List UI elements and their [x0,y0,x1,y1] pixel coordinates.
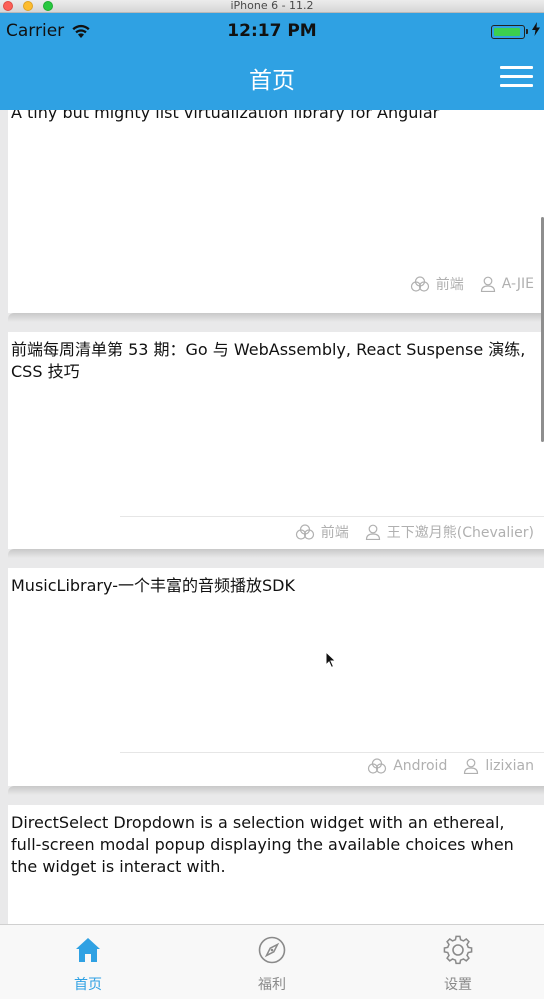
tab-label: 首页 [74,977,102,993]
article-author: lizixian [463,758,534,774]
article-meta: 前端 A-JIE [394,274,534,294]
article-category: 前端 [295,522,349,542]
article-card[interactable]: DirectSelect Dropdown is a selection wid… [8,805,544,924]
article-card[interactable]: MusicLibrary-一个丰富的音频播放SDK Android lizixi… [8,568,544,786]
card-separator [8,786,544,795]
category-icon [410,276,429,292]
simulator-title: iPhone 6 - 11.2 [230,0,314,12]
app-header: Carrier 12:17 PM 首页 [0,13,544,110]
category-icon [368,758,387,774]
article-author: 王下邀月熊(Chevalier) [365,522,534,542]
menu-button[interactable] [500,66,533,88]
user-icon [480,276,495,292]
article-meta: 前端 王下邀月熊(Chevalier) [279,522,534,542]
article-card[interactable]: 前端每周清单第 53 期：Go 与 WebAssembly, React Sus… [8,332,544,549]
article-title[interactable]: MusicLibrary-一个丰富的音频播放SDK [11,575,536,597]
simulator-title-bar: iPhone 6 - 11.2 [0,0,544,13]
tab-settings[interactable]: 设置 [398,925,518,999]
compass-icon [258,936,286,964]
meta-divider [120,516,544,517]
article-card[interactable]: A tiny but mighty list virtualization li… [8,110,544,313]
mouse-cursor-icon [325,651,337,669]
article-category: Android [367,758,447,774]
tab-label: 设置 [444,977,472,993]
article-meta: Android lizixian [351,758,534,774]
card-separator [8,549,544,558]
category-icon [295,524,314,540]
tab-label: 福利 [258,977,286,993]
meta-divider [120,752,544,753]
user-icon [365,524,380,540]
tab-welfare[interactable]: 福利 [212,925,332,999]
status-time: 12:17 PM [227,21,317,41]
gear-icon [443,935,473,965]
status-bar: Carrier 12:17 PM [0,13,544,49]
article-category: 前端 [410,274,464,294]
tab-home[interactable]: 首页 [28,925,148,999]
battery-icon [491,25,528,39]
charging-bolt-icon [532,22,540,36]
home-icon [76,938,100,962]
article-author: A-JIE [480,276,534,292]
article-list[interactable]: A tiny but mighty list virtualization li… [0,110,544,924]
article-title[interactable]: A tiny but mighty list virtualization li… [11,110,536,124]
page-title: 首页 [249,68,295,94]
user-icon [464,758,479,774]
tab-bar: 首页 福利 设置 [0,924,544,999]
card-separator [8,313,544,322]
article-title[interactable]: 前端每周清单第 53 期：Go 与 WebAssembly, React Sus… [11,339,536,383]
article-title[interactable]: DirectSelect Dropdown is a selection wid… [11,812,536,878]
